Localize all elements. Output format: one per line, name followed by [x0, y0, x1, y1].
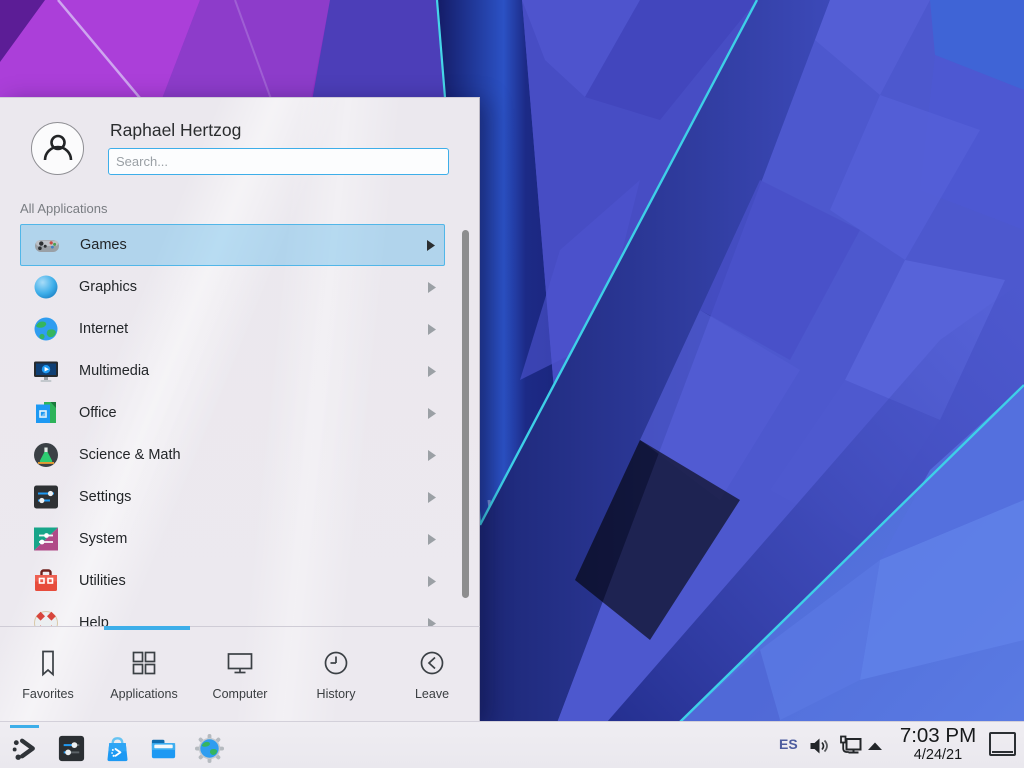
category-science-math[interactable]: Science & Math [20, 434, 445, 476]
flask-icon [32, 441, 60, 469]
leave-icon [417, 648, 447, 678]
documents-icon [32, 399, 60, 427]
globe-icon [32, 315, 60, 343]
monitor-play-icon [32, 357, 60, 385]
category-settings[interactable]: Settings [20, 476, 445, 518]
launcher-tabbar: Favorites Applications Computer [0, 632, 480, 722]
computer-icon [225, 648, 255, 678]
search-input[interactable] [108, 148, 449, 175]
submenu-arrow-icon [427, 534, 436, 545]
system-settings-icon[interactable] [56, 733, 87, 764]
category-multimedia[interactable]: Multimedia [20, 350, 445, 392]
expand-tray-icon[interactable] [866, 739, 884, 757]
submenu-arrow-icon [427, 450, 436, 461]
discover-icon[interactable] [102, 733, 133, 764]
tab-leave[interactable]: Leave [384, 632, 480, 722]
submenu-arrow-icon [426, 240, 435, 251]
submenu-arrow-icon [427, 408, 436, 419]
category-games[interactable]: Games [20, 224, 445, 266]
kde-launcher-icon[interactable] [10, 733, 41, 764]
section-label: All Applications [20, 201, 107, 216]
active-tab-indicator [104, 626, 190, 630]
sphere-icon [32, 273, 60, 301]
submenu-arrow-icon [427, 492, 436, 503]
sliders-color-icon [32, 525, 60, 553]
web-browser-icon[interactable] [194, 733, 225, 764]
separator [0, 626, 480, 627]
toolbox-icon [32, 567, 60, 595]
submenu-arrow-icon [427, 282, 436, 293]
network-icon[interactable] [838, 734, 863, 764]
bookmark-icon [33, 648, 63, 678]
lifebuoy-icon [32, 609, 60, 626]
show-desktop-pager[interactable] [989, 732, 1016, 756]
category-internet[interactable]: Internet [20, 308, 445, 350]
scrollbar[interactable] [462, 230, 469, 598]
clock-time: 7:03 PM [893, 725, 983, 747]
active-task-indicator [10, 725, 39, 728]
category-utilities[interactable]: Utilities [20, 560, 445, 602]
submenu-arrow-icon [427, 618, 436, 627]
keyboard-layout-indicator[interactable]: ES [779, 736, 798, 752]
tab-history[interactable]: History [288, 632, 384, 722]
category-graphics[interactable]: Graphics [20, 266, 445, 308]
clock-icon [321, 648, 351, 678]
submenu-arrow-icon [427, 366, 436, 377]
submenu-arrow-icon [427, 324, 436, 335]
application-launcher-popup: Raphael Hertzog All Applications Games [0, 97, 480, 721]
sliders-dark-icon [32, 483, 60, 511]
tab-computer[interactable]: Computer [192, 632, 288, 722]
category-office[interactable]: Office [20, 392, 445, 434]
clock-widget[interactable]: 7:03 PM 4/24/21 [893, 725, 983, 764]
user-name: Raphael Hertzog [110, 120, 241, 141]
user-icon [39, 130, 77, 168]
user-avatar[interactable] [31, 122, 84, 175]
submenu-arrow-icon [427, 576, 436, 587]
category-list: Games Graphics [0, 223, 462, 626]
category-system[interactable]: System [20, 518, 445, 560]
file-manager-icon[interactable] [148, 733, 179, 764]
tab-favorites[interactable]: Favorites [0, 632, 96, 722]
grid-icon [129, 648, 159, 678]
gamepad-icon [33, 231, 61, 259]
clock-date: 4/24/21 [893, 747, 983, 764]
tab-applications[interactable]: Applications [96, 632, 192, 722]
category-help[interactable]: Help [20, 602, 445, 626]
taskbar: ES 7:03 PM 4/24/21 [0, 721, 1024, 768]
volume-icon[interactable] [808, 735, 830, 762]
